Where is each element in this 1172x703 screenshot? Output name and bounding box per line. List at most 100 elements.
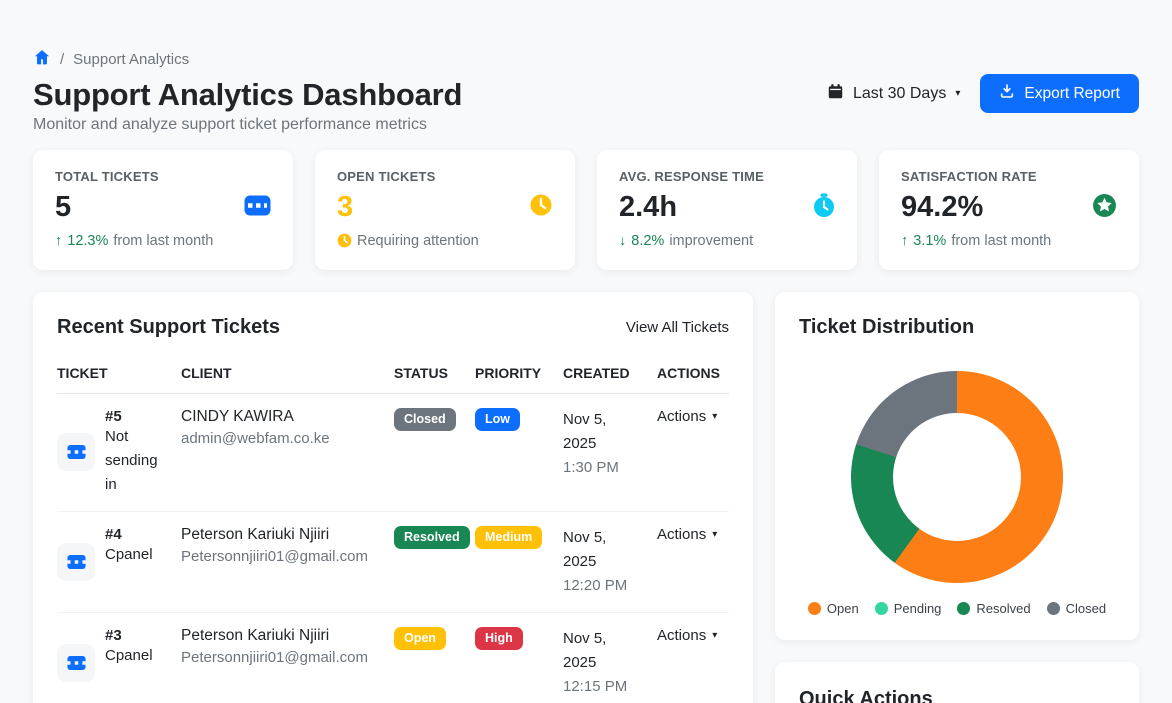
legend-item-resolved[interactable]: Resolved [957, 601, 1030, 616]
stat-card-satisfaction-rate: SATISFACTION RATE 94.2% ↑ 3.1% from last… [879, 150, 1139, 270]
stat-value: 5 [55, 192, 71, 224]
column-header-created: CREATED [563, 365, 657, 381]
stat-label: OPEN TICKETS [337, 169, 553, 184]
export-report-label: Export Report [1024, 85, 1120, 103]
quick-actions-title: Quick Actions [799, 688, 1115, 703]
ticket-distribution-title: Ticket Distribution [799, 316, 1115, 339]
legend-dot [957, 602, 970, 615]
ticket-icon [57, 433, 95, 471]
arrow-up-icon: ↑ [901, 233, 908, 249]
page-title: Support Analytics Dashboard [33, 77, 462, 113]
ticket-subject: Cpanel [105, 644, 169, 668]
client-email: Petersonnjiiri01@gmail.com [181, 548, 394, 565]
page-header: / Support Analytics Support Analytics Da… [33, 48, 1139, 134]
ticket-id: #4 [105, 526, 169, 543]
view-all-tickets-link[interactable]: View All Tickets [626, 319, 729, 336]
stat-card-avg-response-time: AVG. RESPONSE TIME 2.4h ↓ 8.2% improveme… [597, 150, 857, 270]
chevron-down-icon: ▾ [712, 411, 717, 422]
status-badge: Open [394, 627, 446, 650]
client-email: Petersonnjiiri01@gmail.com [181, 649, 394, 666]
table-row: #4 Cpanel Peterson Kariuki Njiiri Peters… [57, 512, 729, 613]
date-range-dropdown[interactable]: Last 30 Days ▾ [827, 83, 960, 105]
stat-delta: ↑ 3.1% from last month [901, 233, 1117, 249]
client-name: Peterson Kariuki Njiiri [181, 526, 394, 544]
legend-item-closed[interactable]: Closed [1047, 601, 1106, 616]
status-badge: Resolved [394, 526, 470, 549]
created-cell: Nov 5, 2025 1:30 PM [563, 408, 657, 497]
ticket-distribution-card: Ticket Distribution Open Pending Resolve… [775, 292, 1139, 640]
priority-badge: Low [475, 408, 520, 431]
export-report-button[interactable]: Export Report [980, 74, 1139, 113]
page-subtitle: Monitor and analyze support ticket perfo… [33, 116, 462, 134]
stat-card-total-tickets: TOTAL TICKETS 5 ↑ 12.3% from last month [33, 150, 293, 270]
actions-dropdown[interactable]: Actions▾ [657, 408, 717, 425]
ticket-subject: Cpanel [105, 543, 169, 567]
download-icon [999, 83, 1015, 104]
arrow-down-icon: ↓ [619, 233, 626, 249]
header-left: / Support Analytics Support Analytics Da… [33, 48, 462, 134]
client-name: CINDY KAWIRA [181, 408, 394, 426]
star-icon [1092, 193, 1117, 223]
stat-delta: Requiring attention [337, 233, 553, 249]
client-name: Peterson Kariuki Njiiri [181, 627, 394, 645]
created-cell: Nov 5, 2025 12:15 PM [563, 627, 657, 699]
priority-badge: High [475, 627, 523, 650]
stat-value: 3 [337, 192, 353, 224]
column-header-priority: PRIORITY [475, 365, 563, 381]
chart-legend: Open Pending Resolved Closed [799, 601, 1115, 616]
ticket-icon [57, 543, 95, 581]
stat-label: TOTAL TICKETS [55, 169, 271, 184]
column-header-actions: ACTIONS [657, 365, 729, 381]
breadcrumb-current: Support Analytics [73, 51, 189, 68]
legend-dot [1047, 602, 1060, 615]
stat-value: 2.4h [619, 192, 677, 224]
created-cell: Nov 5, 2025 12:20 PM [563, 526, 657, 598]
legend-dot [808, 602, 821, 615]
ticket-subject: Not sending in [105, 425, 169, 497]
stat-delta: ↓ 8.2% improvement [619, 233, 835, 249]
column-header-ticket: TICKET [57, 365, 181, 381]
stat-label: SATISFACTION RATE [901, 169, 1117, 184]
right-column: Ticket Distribution Open Pending Resolve… [775, 292, 1139, 703]
table-row: #5 Not sending in CINDY KAWIRA admin@web… [57, 394, 729, 512]
client-email: admin@webfam.co.ke [181, 430, 394, 447]
column-header-client: CLIENT [181, 365, 394, 381]
chevron-down-icon: ▾ [712, 529, 717, 540]
ticket-icon [57, 644, 95, 682]
stat-card-open-tickets: OPEN TICKETS 3 Requiring attention [315, 150, 575, 270]
tickets-table: TICKET CLIENT STATUS PRIORITY CREATED AC… [57, 365, 729, 703]
status-badge: Closed [394, 408, 456, 431]
column-header-status: STATUS [394, 365, 475, 381]
priority-badge: Medium [475, 526, 542, 549]
stat-label: AVG. RESPONSE TIME [619, 169, 835, 184]
home-icon[interactable] [33, 48, 51, 70]
chevron-down-icon: ▾ [955, 88, 960, 99]
stopwatch-icon [813, 193, 835, 223]
breadcrumb-separator: / [60, 51, 64, 68]
table-row: #3 Cpanel Peterson Kariuki Njiiri Peters… [57, 613, 729, 703]
stat-value: 94.2% [901, 192, 983, 224]
quick-actions-card: Quick Actions [775, 662, 1139, 703]
ticket-id: #3 [105, 627, 169, 644]
legend-item-pending[interactable]: Pending [875, 601, 942, 616]
ticket-icon [244, 194, 271, 222]
arrow-up-icon: ↑ [55, 233, 62, 249]
stats-row: TOTAL TICKETS 5 ↑ 12.3% from last month … [33, 150, 1139, 270]
actions-dropdown[interactable]: Actions▾ [657, 627, 717, 644]
clock-icon [529, 193, 553, 222]
header-controls: Last 30 Days ▾ Export Report [827, 74, 1139, 113]
ticket-id: #5 [105, 408, 169, 425]
actions-dropdown[interactable]: Actions▾ [657, 526, 717, 543]
clock-icon [337, 233, 352, 248]
recent-tickets-title: Recent Support Tickets [57, 316, 280, 339]
breadcrumb: / Support Analytics [33, 48, 462, 70]
dashboard-page: / Support Analytics Support Analytics Da… [0, 0, 1172, 703]
legend-dot [875, 602, 888, 615]
calendar-icon [827, 83, 844, 105]
chevron-down-icon: ▾ [712, 630, 717, 641]
recent-tickets-card: Recent Support Tickets View All Tickets … [33, 292, 753, 703]
date-range-label: Last 30 Days [853, 85, 946, 103]
legend-item-open[interactable]: Open [808, 601, 859, 616]
ticket-distribution-donut [851, 371, 1063, 583]
stat-delta: ↑ 12.3% from last month [55, 233, 271, 249]
